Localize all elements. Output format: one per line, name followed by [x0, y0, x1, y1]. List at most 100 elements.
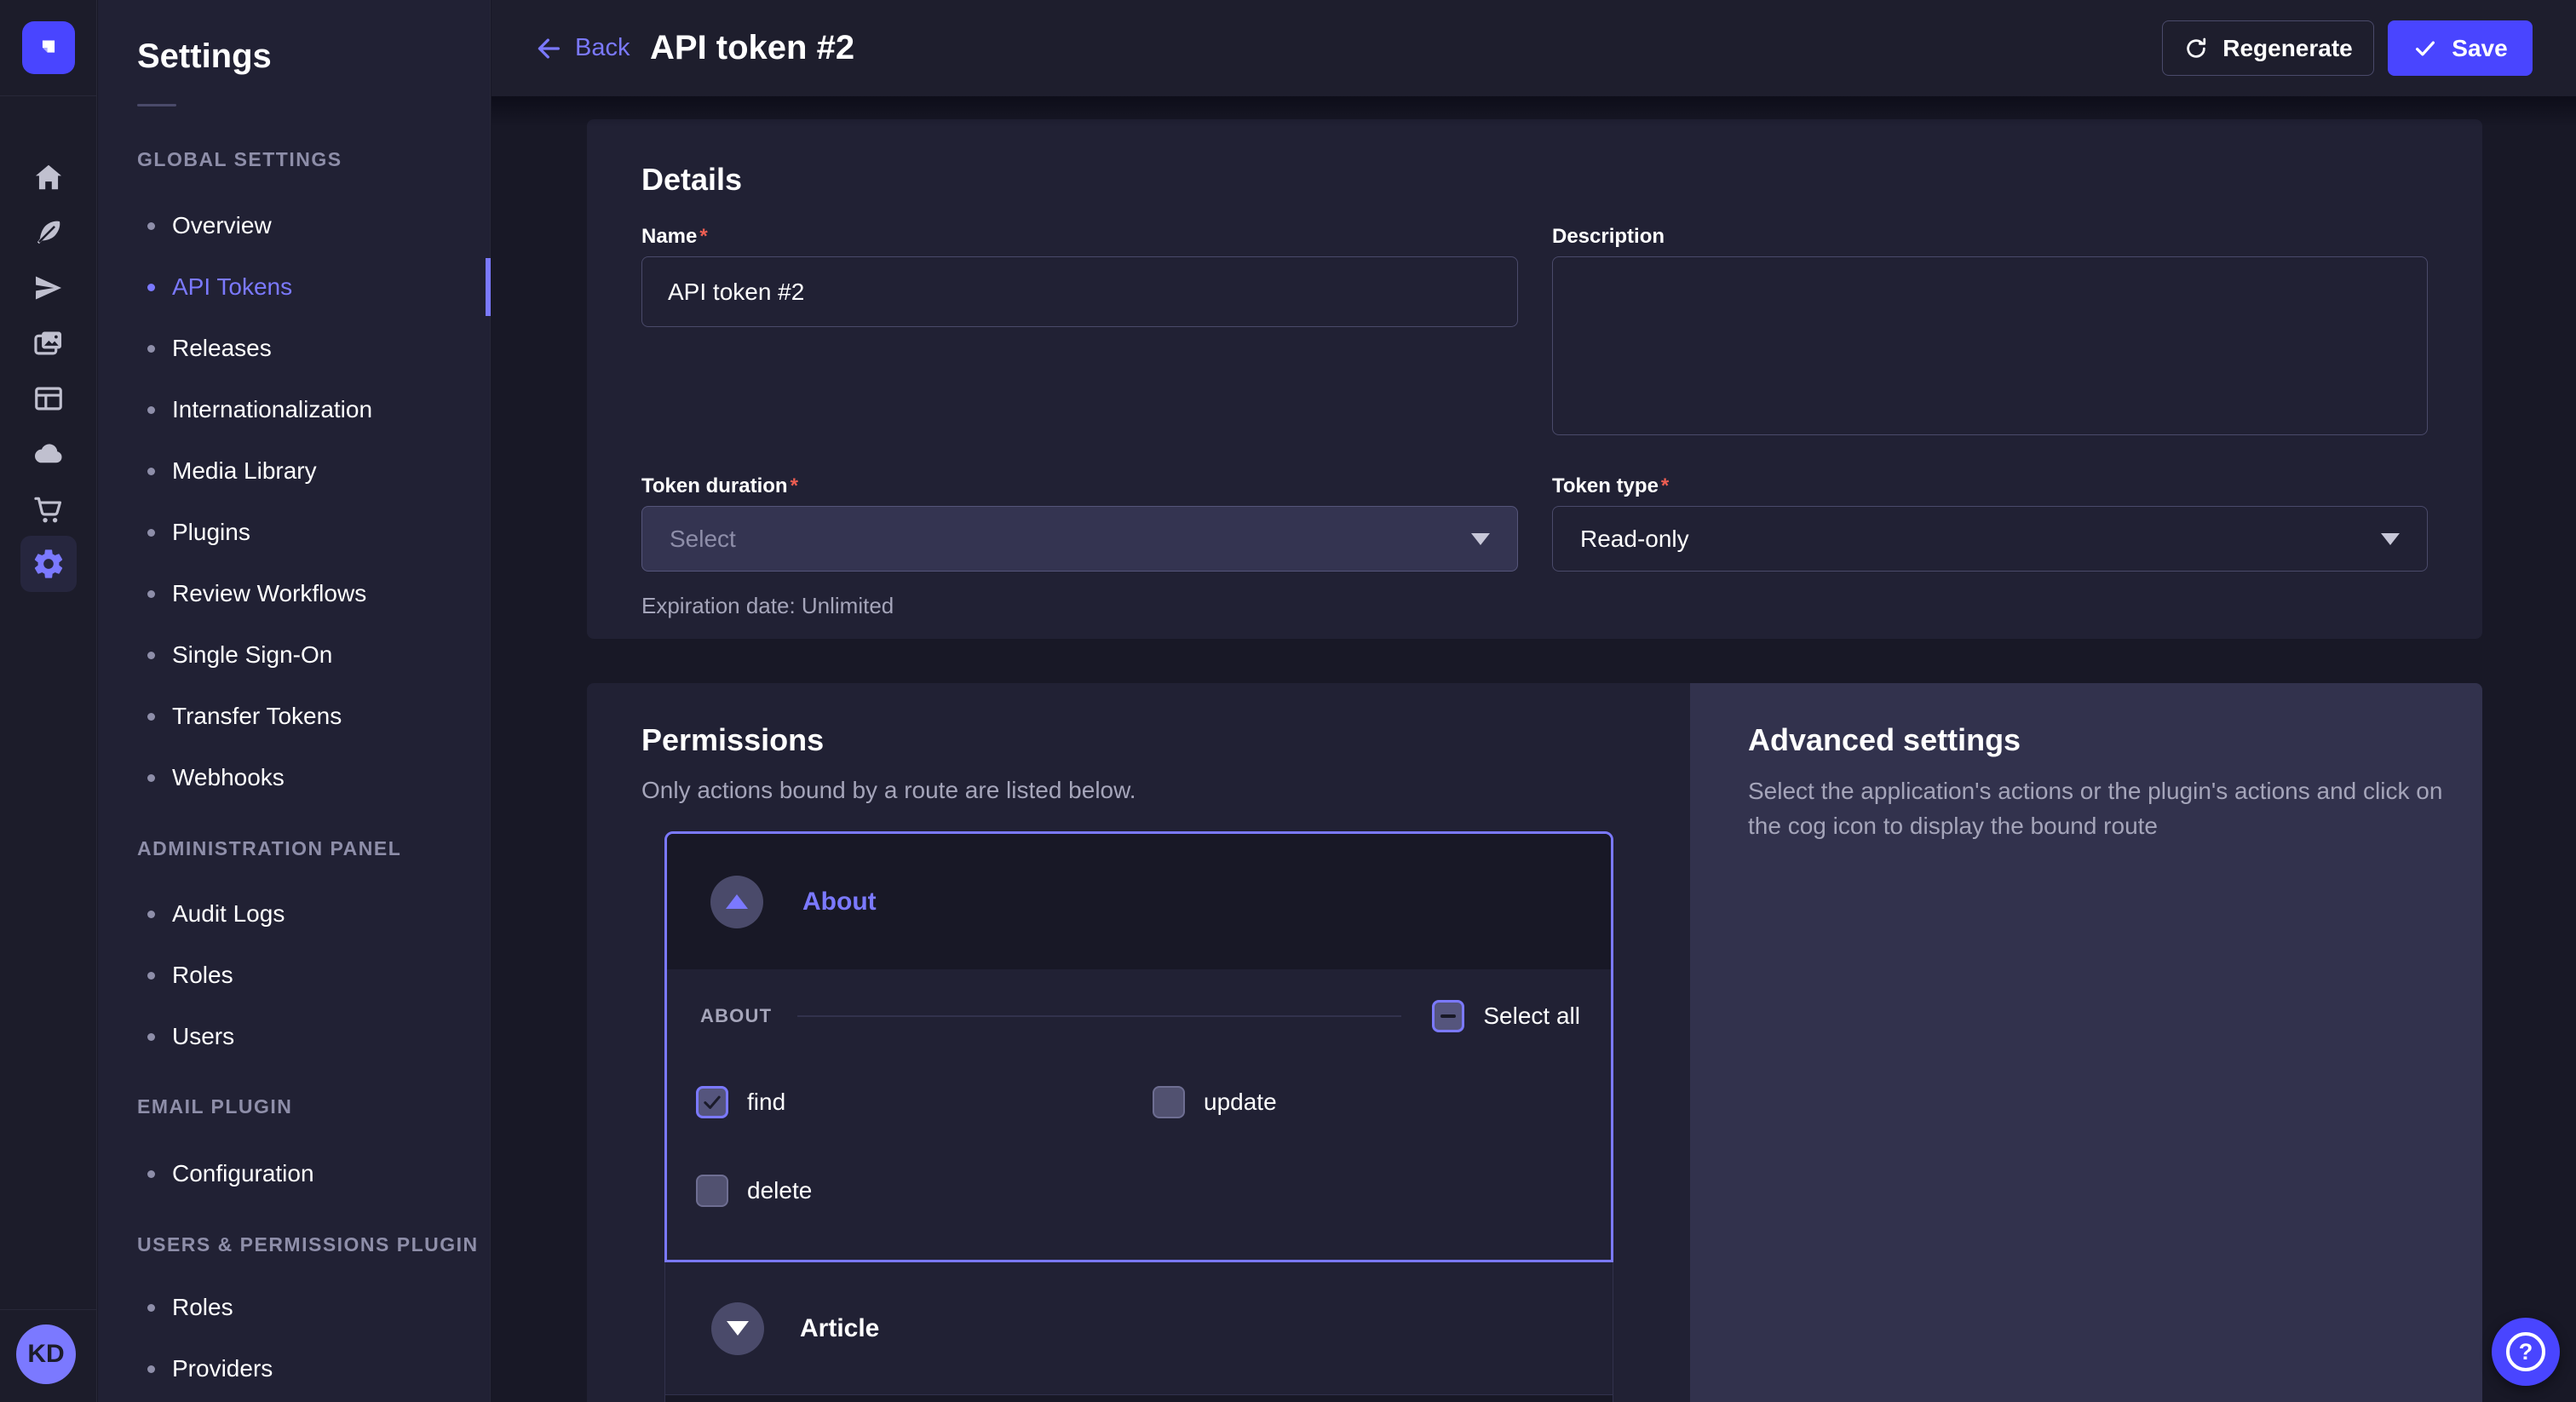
- bullet-icon: [147, 284, 155, 291]
- nav-rail: KD: [0, 0, 97, 1402]
- images-icon[interactable]: [30, 325, 67, 362]
- back-arrow-icon: [534, 34, 563, 63]
- sidebar-item-webhooks[interactable]: Webhooks: [98, 747, 490, 808]
- main-area: Back API token #2 Regenerate Save Detail…: [492, 0, 2576, 1402]
- strapi-logo[interactable]: [22, 21, 75, 74]
- sidebar-item-up-roles[interactable]: Roles: [98, 1277, 490, 1338]
- regenerate-button[interactable]: Regenerate: [2162, 20, 2374, 76]
- token-duration-label: Token duration: [641, 474, 798, 498]
- sidebar-item-plugins[interactable]: Plugins: [98, 502, 490, 563]
- sidebar-item-label: Single Sign-On: [172, 641, 332, 669]
- name-input[interactable]: [641, 256, 1518, 327]
- permission-update[interactable]: update: [1153, 1086, 1277, 1118]
- accordion-next-section[interactable]: [664, 1394, 1613, 1402]
- chevron-down-icon: [1471, 533, 1490, 545]
- refresh-icon: [2183, 36, 2209, 61]
- page-content: Details Name Description Token duration …: [492, 96, 2576, 1402]
- sidebar-item-label: API Tokens: [172, 273, 292, 301]
- sidebar-item-api-tokens[interactable]: API Tokens: [98, 256, 490, 318]
- check-icon: [2412, 36, 2438, 61]
- advanced-settings-title: Advanced settings: [1748, 722, 2021, 758]
- permissions-accordion: About ABOUT Select all: [664, 831, 1613, 1402]
- settings-sidebar: Settings GLOBAL SETTINGS Overview API To…: [98, 0, 491, 1402]
- bullet-icon: [147, 1033, 155, 1041]
- name-label: Name: [641, 225, 708, 249]
- accordion-about-header[interactable]: About: [667, 834, 1611, 969]
- bullet-icon: [147, 468, 155, 475]
- permissions-row: Permissions Only actions bound by a rout…: [587, 683, 2482, 1402]
- expand-toggle-button[interactable]: [711, 1302, 764, 1355]
- send-icon[interactable]: [30, 269, 67, 307]
- permissions-subtitle: Only actions bound by a route are listed…: [641, 777, 1136, 804]
- sidebar-item-audit-logs[interactable]: Audit Logs: [98, 883, 490, 945]
- about-section-label: ABOUT: [700, 1005, 772, 1027]
- sidebar-item-internationalization[interactable]: Internationalization: [98, 379, 490, 440]
- delete-checkbox[interactable]: [696, 1175, 728, 1207]
- collapse-toggle-button[interactable]: [710, 876, 763, 928]
- bullet-icon: [147, 406, 155, 414]
- update-checkbox[interactable]: [1153, 1086, 1185, 1118]
- bullet-icon: [147, 590, 155, 598]
- advanced-settings-panel: Advanced settings Select the application…: [1690, 683, 2482, 1402]
- permission-find[interactable]: find: [696, 1086, 785, 1118]
- sidebar-item-label: Plugins: [172, 519, 250, 546]
- bullet-icon: [147, 529, 155, 537]
- back-button[interactable]: Back: [534, 0, 630, 96]
- sidebar-item-configuration[interactable]: Configuration: [98, 1143, 490, 1204]
- question-icon: ?: [2506, 1332, 2545, 1371]
- accordion-article-header[interactable]: Article: [664, 1262, 1613, 1394]
- sidebar-item-review-workflows[interactable]: Review Workflows: [98, 563, 490, 624]
- sidebar-item-single-sign-on[interactable]: Single Sign-On: [98, 624, 490, 686]
- sidebar-item-media-library[interactable]: Media Library: [98, 440, 490, 502]
- sidebar-item-releases[interactable]: Releases: [98, 318, 490, 379]
- home-icon[interactable]: [30, 158, 67, 196]
- section-label-users-permissions-plugin: USERS & PERMISSIONS PLUGIN: [137, 1233, 479, 1256]
- permission-delete[interactable]: delete: [696, 1175, 812, 1207]
- token-duration-select[interactable]: Select: [641, 506, 1518, 572]
- bullet-icon: [147, 1365, 155, 1373]
- sidebar-item-transfer-tokens[interactable]: Transfer Tokens: [98, 686, 490, 747]
- sidebar-item-admin-users[interactable]: Users: [98, 1006, 490, 1067]
- sidebar-item-label: Releases: [172, 335, 272, 362]
- layout-icon[interactable]: [30, 380, 67, 417]
- section-label-email-plugin: EMAIL PLUGIN: [137, 1095, 292, 1118]
- advanced-settings-body: Select the application's actions or the …: [1748, 773, 2447, 843]
- sidebar-item-label: Roles: [172, 962, 233, 989]
- details-title: Details: [641, 162, 742, 198]
- section-divider: [797, 1015, 1401, 1017]
- section-label-global-settings: GLOBAL SETTINGS: [137, 148, 342, 171]
- sidebar-item-label: Media Library: [172, 457, 317, 485]
- token-type-select[interactable]: Read-only: [1552, 506, 2428, 572]
- caret-up-icon: [726, 894, 748, 909]
- permissions-card: Permissions Only actions bound by a rout…: [587, 683, 1690, 1402]
- accordion-about: About ABOUT Select all: [664, 831, 1613, 1262]
- sidebar-item-label: Users: [172, 1023, 234, 1050]
- sidebar-item-label: Internationalization: [172, 396, 372, 423]
- cart-icon[interactable]: [30, 491, 67, 528]
- sidebar-item-label: Transfer Tokens: [172, 703, 342, 730]
- feather-icon[interactable]: [30, 214, 67, 251]
- gear-icon[interactable]: [20, 536, 77, 592]
- permissions-title: Permissions: [641, 722, 824, 758]
- accordion-article-title: Article: [800, 1314, 879, 1343]
- help-button[interactable]: ?: [2492, 1318, 2560, 1386]
- description-textarea[interactable]: [1552, 256, 2428, 435]
- sidebar-item-providers[interactable]: Providers: [98, 1338, 490, 1399]
- page-header: Back API token #2 Regenerate Save: [492, 0, 2576, 96]
- save-button[interactable]: Save: [2388, 20, 2533, 76]
- page-title: API token #2: [650, 0, 854, 96]
- find-checkbox[interactable]: [696, 1086, 728, 1118]
- sidebar-item-admin-roles[interactable]: Roles: [98, 945, 490, 1006]
- user-avatar[interactable]: KD: [16, 1324, 76, 1384]
- regenerate-label: Regenerate: [2222, 35, 2353, 62]
- bullet-icon: [147, 911, 155, 918]
- sidebar-item-label: Webhooks: [172, 764, 285, 791]
- token-type-value: Read-only: [1580, 526, 2381, 553]
- cloud-icon[interactable]: [30, 435, 67, 473]
- select-all-control[interactable]: Select all: [1432, 1000, 1580, 1032]
- select-all-label: Select all: [1483, 1003, 1580, 1030]
- sidebar-item-overview[interactable]: Overview: [98, 195, 490, 256]
- logo-area: [0, 0, 96, 96]
- sidebar-item-label: Review Workflows: [172, 580, 366, 607]
- select-all-checkbox[interactable]: [1432, 1000, 1464, 1032]
